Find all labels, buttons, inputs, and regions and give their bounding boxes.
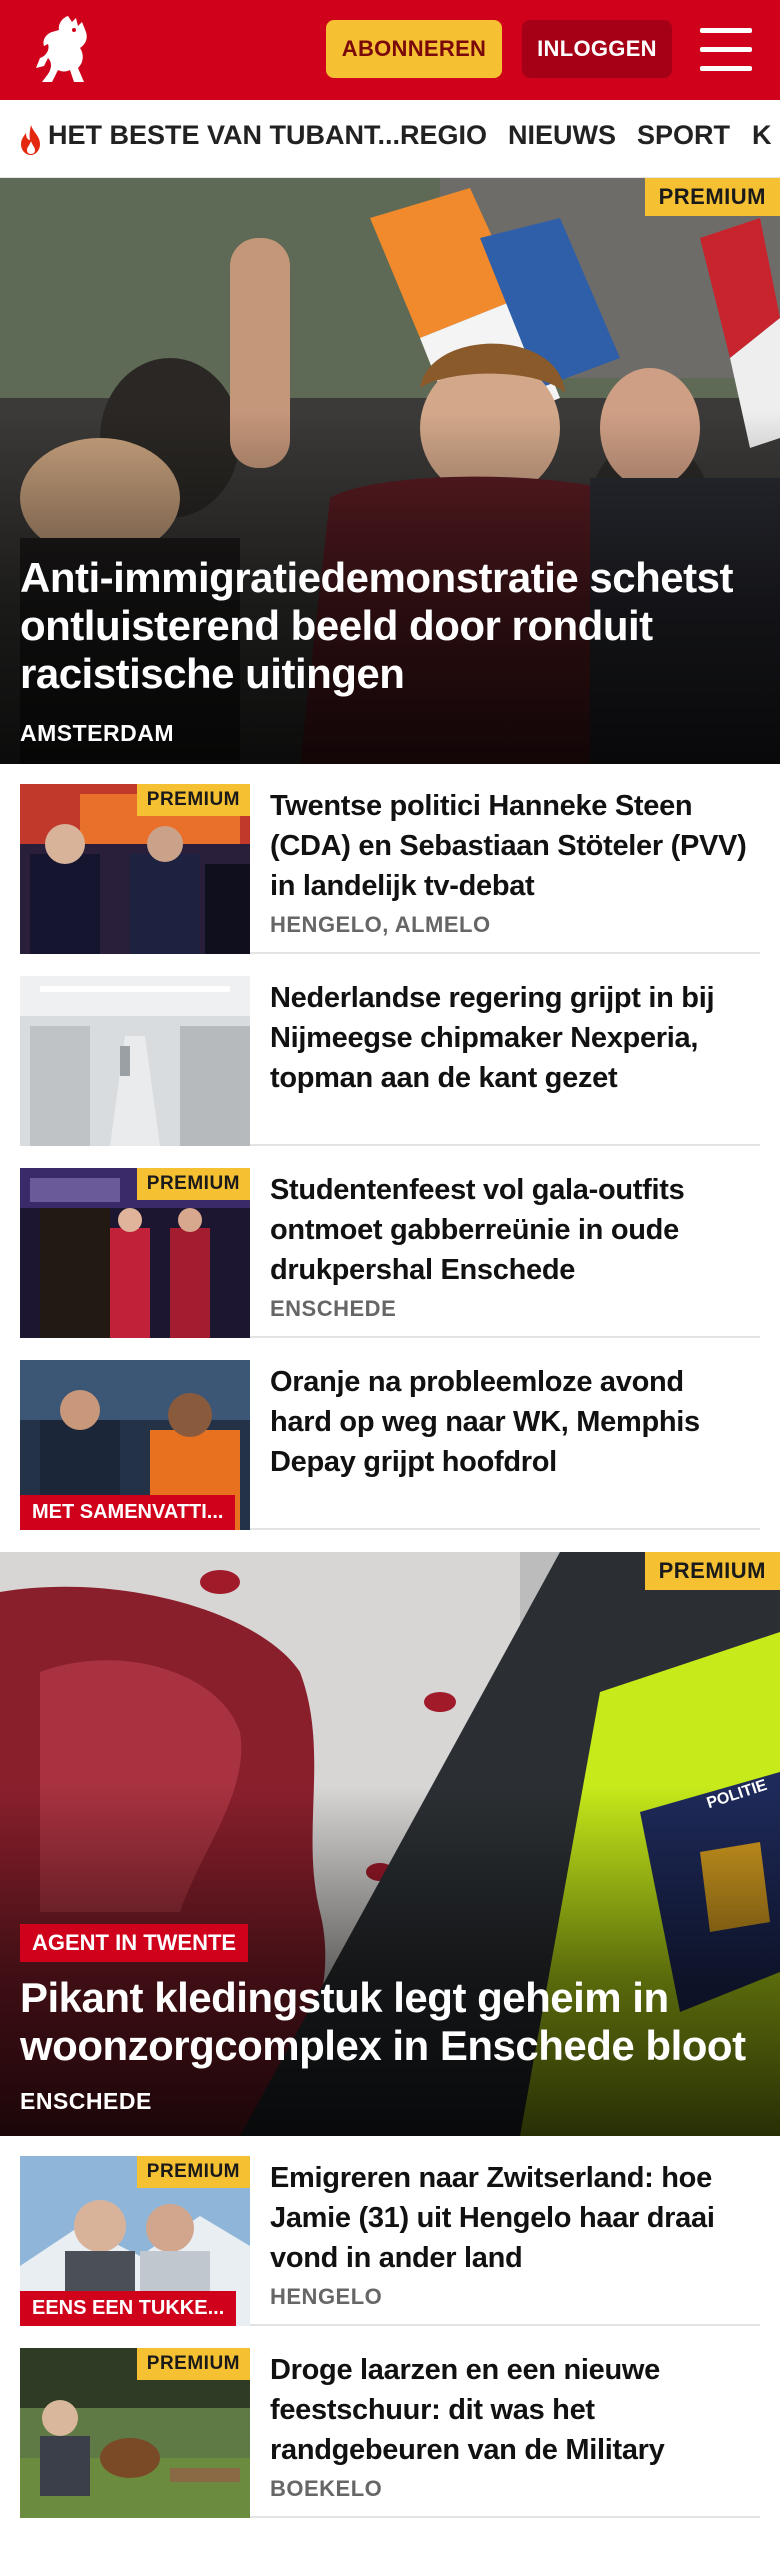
nav-item-sport[interactable]: SPORT (637, 120, 730, 151)
summary-label: MET SAMENVATTI... (20, 1495, 236, 1530)
article-title[interactable]: Droge laarzen en een nieuwe feestschuur:… (270, 2350, 750, 2470)
horse-logo-icon (36, 16, 87, 82)
article-location: BOEKELO (270, 2476, 383, 2501)
nav-item-nieuws[interactable]: NIEUWS (508, 120, 616, 151)
article-thumbnail (20, 976, 250, 1146)
premium-badge: PREMIUM (136, 2156, 250, 2188)
article-title[interactable]: Twentse politici Hanneke Steen (CDA) en … (270, 786, 750, 906)
section-nav: HET BESTE VAN TUBANT... REGIO NIEUWS SPO… (0, 100, 780, 178)
article-location: HENGELO (270, 2284, 383, 2309)
article-title[interactable]: Studentenfeest vol gala-outfits ontmoet … (270, 1170, 750, 1290)
hero-location: ENSCHEDE (20, 2088, 152, 2114)
list-item[interactable]: PREMIUM Studentenfeest vol gala-outfits … (20, 1148, 760, 1338)
premium-badge: PREMIUM (136, 1168, 250, 1200)
list-item[interactable]: PREMIUM Droge laarzen en een nieuwe fees… (20, 2328, 760, 2518)
nav-item-more[interactable]: K (752, 120, 772, 151)
hero-article-demonstration[interactable]: PREMIUM Anti-immigratiedemonstratie sche… (0, 178, 780, 764)
flame-icon (21, 125, 40, 155)
hamburger-menu-icon[interactable] (700, 28, 752, 72)
list-item[interactable]: PREMIUM Twentse politici Hanneke Steen (… (20, 764, 760, 954)
list-item[interactable]: Nederlandse regering grijpt in bij Nijme… (20, 956, 760, 1146)
hero-title[interactable]: Pikant kledingstuk legt geheim in woonzo… (20, 1974, 760, 2070)
nav-item-regio[interactable]: REGIO (400, 120, 487, 151)
series-label: EENS EEN TUKKE... (20, 2291, 237, 2326)
article-location: ENSCHEDE (270, 1296, 397, 1321)
list-item[interactable]: PREMIUM EENS EEN TUKKE... Emigreren naar… (20, 2136, 760, 2326)
article-thumbnail: PREMIUM (20, 2348, 250, 2518)
login-button[interactable]: INLOGGEN (522, 20, 672, 78)
list-item[interactable]: MET SAMENVATTI... Oranje na probleemloze… (20, 1340, 760, 1530)
premium-badge: PREMIUM (644, 1552, 780, 1590)
article-thumbnail: PREMIUM (20, 1168, 250, 1338)
article-title[interactable]: Nederlandse regering grijpt in bij Nijme… (270, 978, 750, 1098)
premium-badge: PREMIUM (644, 178, 780, 216)
hero-title[interactable]: Anti-immigratiedemonstratie schetst ontl… (20, 554, 760, 698)
article-thumbnail: MET SAMENVATTI... (20, 1360, 250, 1530)
subscribe-button[interactable]: ABONNEREN (326, 20, 502, 78)
premium-badge: PREMIUM (136, 784, 250, 816)
premium-badge: PREMIUM (136, 2348, 250, 2380)
article-thumbnail: PREMIUM (20, 784, 250, 954)
article-title[interactable]: Emigreren naar Zwitserland: hoe Jamie (3… (270, 2158, 750, 2278)
hero-article-agent[interactable]: PREMIUM POLITIE AGENT IN TWENTE Pikant k… (0, 1552, 780, 2136)
site-logo[interactable] (22, 10, 102, 90)
series-label[interactable]: AGENT IN TWENTE (20, 1924, 249, 1962)
article-title[interactable]: Oranje na probleemloze avond hard op weg… (270, 1362, 750, 1482)
article-location: HENGELO, ALMELO (270, 912, 491, 937)
nav-item-best-of[interactable]: HET BESTE VAN TUBANT... (48, 120, 400, 151)
site-header: ABONNEREN INLOGGEN (0, 0, 780, 100)
hero-location: AMSTERDAM (20, 720, 174, 746)
article-thumbnail: PREMIUM EENS EEN TUKKE... (20, 2156, 250, 2326)
